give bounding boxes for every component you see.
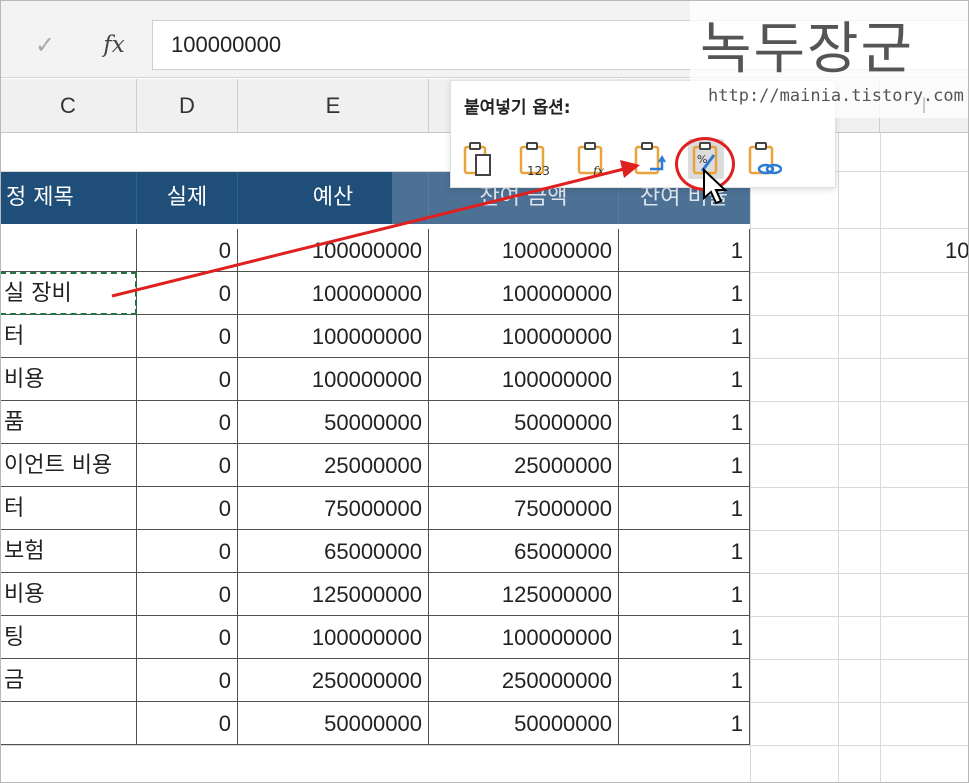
column-header-d[interactable]: D [137,79,238,133]
cell-budget[interactable]: 100000000 [238,358,429,401]
cell-remaining[interactable]: 65000000 [429,530,619,573]
cell-actual[interactable]: 0 [137,401,238,444]
cell-ratio[interactable]: 1 [619,358,750,401]
cell-actual[interactable]: 0 [137,272,238,315]
cell-remaining[interactable]: 25000000 [429,444,619,487]
cell-ratio[interactable]: 1 [619,272,750,315]
paste-transpose-button[interactable] [632,139,668,179]
column-header-e[interactable]: E [238,79,429,133]
cell-budget[interactable]: 50000000 [238,401,429,444]
cell-actual[interactable]: 0 [137,573,238,616]
cell-remaining[interactable]: 50000000 [429,702,619,745]
table-row: 품 0 50000000 50000000 1 [0,401,750,444]
cell-title[interactable]: 품 [0,401,137,444]
cell-ratio[interactable]: 1 [619,702,750,745]
mouse-cursor-icon [703,168,728,205]
paste-link-button[interactable] [746,139,783,179]
cell-actual[interactable]: 0 [137,487,238,530]
paste-values-icon: 123 [519,142,550,178]
paste-formulas-icon: fx [577,142,604,178]
insert-function-button[interactable]: fx [96,28,132,62]
cell-actual[interactable]: 0 [137,659,238,702]
cell-ratio[interactable]: 1 [619,315,750,358]
cell-actual[interactable]: 0 [137,702,238,745]
paste-formulas-button[interactable]: fx [575,139,611,179]
cell-title[interactable]: 터 [0,315,137,358]
cell-ratio[interactable]: 1 [619,487,750,530]
table-row: 금 0 250000000 250000000 1 [0,659,750,702]
cell-title[interactable]: 금 [0,659,137,702]
table-row: 0 50000000 50000000 1 [0,702,750,745]
cell-budget[interactable]: 65000000 [238,530,429,573]
cell-actual[interactable]: 0 [137,229,238,272]
cell-budget[interactable]: 50000000 [238,702,429,745]
cell-budget[interactable]: 75000000 [238,487,429,530]
table-row: 0 100000000 100000000 1 10 [0,229,969,272]
cell-title[interactable]: 보험 [0,530,137,573]
cell-actual[interactable]: 0 [137,444,238,487]
cell-remaining[interactable]: 100000000 [429,272,619,315]
cell-title[interactable]: 비용 [0,573,137,616]
table-row: 터 0 75000000 75000000 1 [0,487,750,530]
cell-ratio[interactable]: 1 [619,229,750,272]
paste-link-icon [748,142,783,175]
cell-ratio[interactable]: 1 [619,444,750,487]
table-row: 이언트 비용 0 25000000 25000000 1 [0,444,750,487]
cell-budget[interactable]: 100000000 [238,616,429,659]
paste-values-button[interactable]: 123 [517,139,553,179]
cell-budget[interactable]: 100000000 [238,272,429,315]
cell-remaining[interactable]: 100000000 [429,315,619,358]
cell-ratio[interactable]: 1 [619,616,750,659]
header-title[interactable]: 정 제목 [0,172,137,224]
paste-options-title: 붙여넣기 옵션: [464,98,571,118]
cell-title[interactable] [0,702,137,745]
cell-title[interactable]: 비용 [0,358,137,401]
cell-actual[interactable]: 0 [137,315,238,358]
cell-extra[interactable]: 10 [880,229,969,272]
paste-values-badge: 123 [527,164,550,178]
cell-actual[interactable]: 0 [137,530,238,573]
cell-remaining[interactable]: 75000000 [429,487,619,530]
cell-ratio[interactable]: 1 [619,659,750,702]
cell-ratio[interactable]: 1 [619,573,750,616]
cell-actual[interactable]: 0 [137,616,238,659]
column-header-c[interactable]: C [0,79,137,133]
paste-transpose-icon [634,142,666,175]
copy-selection-marquee [0,272,137,315]
table-row: 터 0 100000000 100000000 1 [0,315,750,358]
cell-ratio[interactable]: 1 [619,530,750,573]
enter-check-icon[interactable]: ✓ [28,28,62,62]
cell-remaining[interactable]: 125000000 [429,573,619,616]
cell-budget[interactable]: 100000000 [238,229,429,272]
cell-budget[interactable]: 100000000 [238,315,429,358]
cell-budget[interactable]: 250000000 [238,659,429,702]
cell-remaining[interactable]: 100000000 [429,229,619,272]
cell-budget[interactable]: 125000000 [238,573,429,616]
watermark-url: http://mainia.tistory.com [708,86,964,106]
table-row: 팅 0 100000000 100000000 1 [0,616,750,659]
cell-remaining[interactable]: 100000000 [429,616,619,659]
cell-title[interactable] [0,229,137,272]
table-row: 비용 0 100000000 100000000 1 [0,358,750,401]
watermark-logo: 녹두장군 [700,17,915,82]
paste-icon [463,142,491,176]
table-row: 비용 0 125000000 125000000 1 [0,573,750,616]
cell-remaining[interactable]: 100000000 [429,358,619,401]
cell-title[interactable]: 터 [0,487,137,530]
cell-remaining[interactable]: 50000000 [429,401,619,444]
cell-title[interactable]: 팅 [0,616,137,659]
paste-button[interactable] [461,139,497,179]
table-row: 보험 0 65000000 65000000 1 [0,530,750,573]
cell-remaining[interactable]: 250000000 [429,659,619,702]
cell-budget[interactable]: 25000000 [238,444,429,487]
paste-formulas-badge: fx [592,164,604,178]
cell-title[interactable]: 이언트 비용 [0,444,137,487]
cell-ratio[interactable]: 1 [619,401,750,444]
header-actual[interactable]: 실제 [137,172,238,224]
cell-actual[interactable]: 0 [137,358,238,401]
